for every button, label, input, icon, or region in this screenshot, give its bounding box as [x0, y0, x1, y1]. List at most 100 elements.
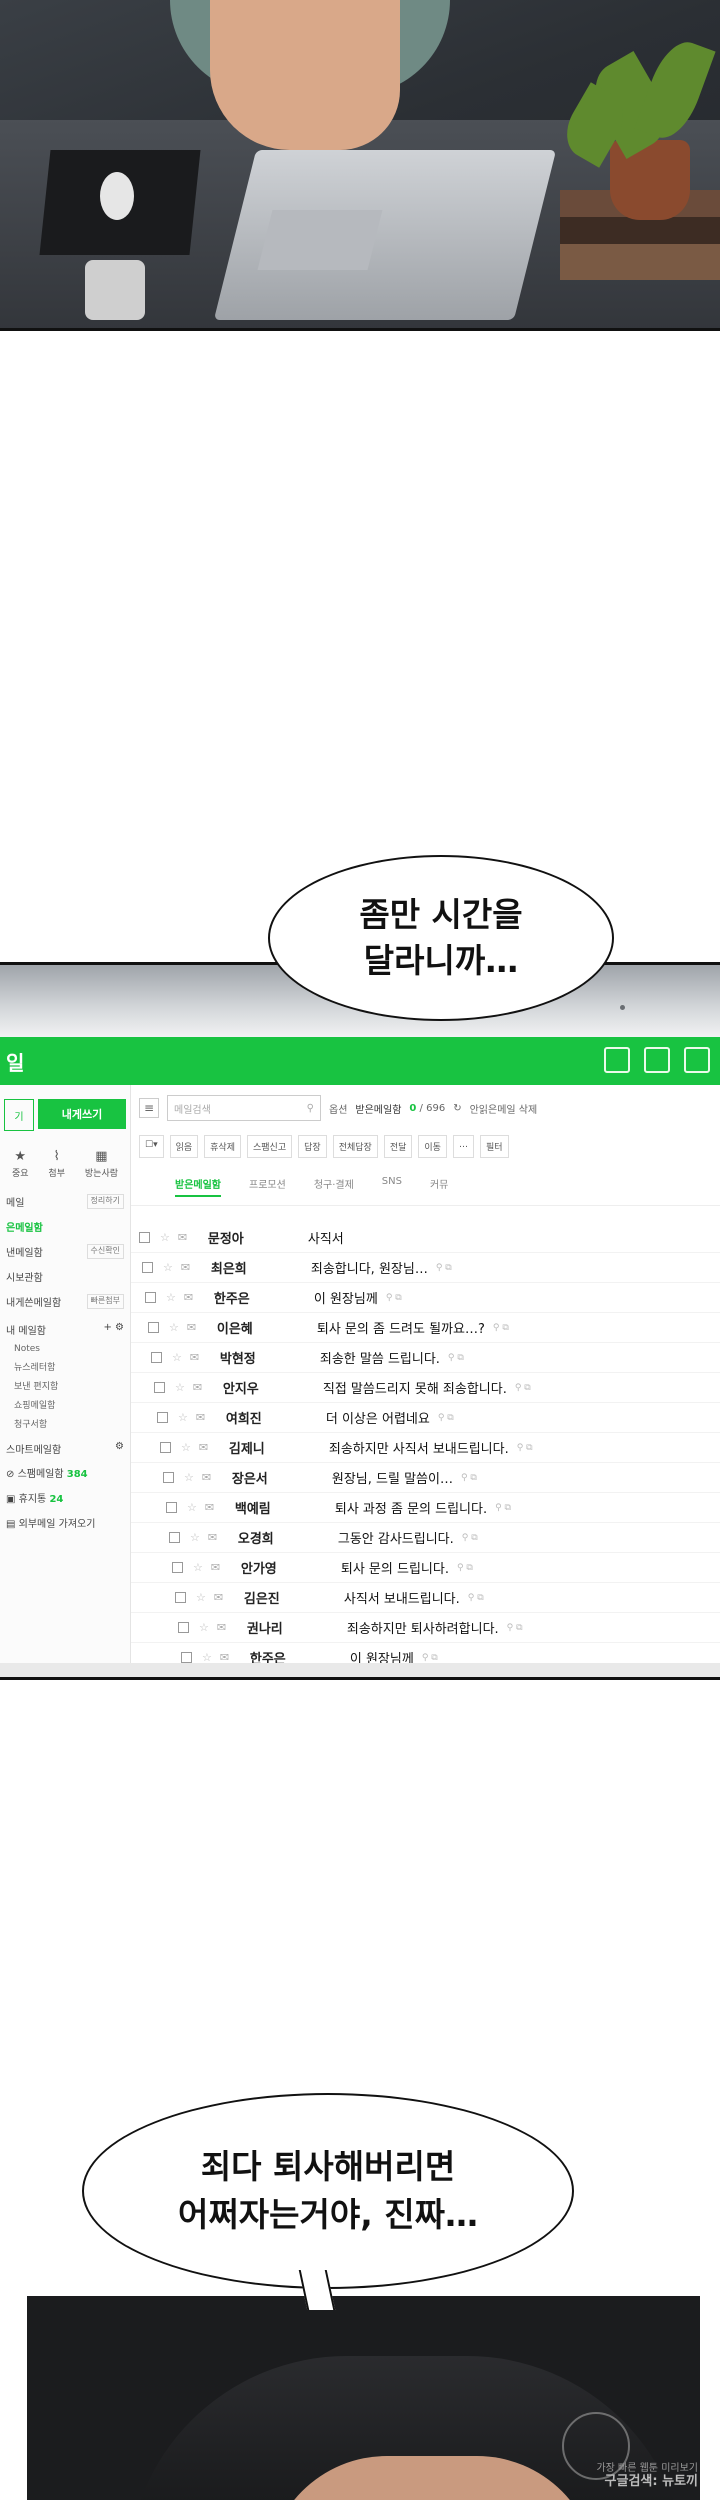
star-icon[interactable]: ☆	[193, 1561, 203, 1574]
toolbar-spam[interactable]: 스팸신고	[247, 1135, 293, 1158]
quick-attachment[interactable]: ⌇ 첨부	[48, 1149, 65, 1179]
mail-row[interactable]: ☆ ✉ 이은혜 퇴사 문의 좀 드려도 될까요…? ⚲ ⧉	[131, 1313, 720, 1343]
mail-subject[interactable]: 퇴사 과정 좀 문의 드립니다.	[335, 1498, 487, 1517]
toolbar-filter[interactable]: 필터	[479, 1135, 509, 1158]
mail-row[interactable]: ☆ ✉ 장은서 원장님, 드릴 말씀이… ⚲ ⧉	[131, 1463, 720, 1493]
tab-promotion[interactable]: 프로모션	[249, 1176, 286, 1197]
mail-subject[interactable]: 그동안 감사드립니다.	[338, 1528, 454, 1547]
folder-drafts[interactable]: 시보관함	[0, 1264, 130, 1289]
row-checkbox[interactable]	[175, 1592, 186, 1603]
mail-row[interactable]: ☆ ✉ 한주은 이 원장님께 ⚲ ⧉	[131, 1283, 720, 1313]
star-icon[interactable]: ☆	[196, 1591, 206, 1604]
preview-icons[interactable]: ⚲ ⧉	[462, 1533, 478, 1543]
quick-important[interactable]: ★ 중요	[12, 1149, 29, 1179]
row-checkbox[interactable]	[160, 1442, 171, 1453]
star-icon[interactable]: ☆	[181, 1441, 191, 1454]
preview-icons[interactable]: ⚲ ⧉	[386, 1293, 402, 1303]
preview-icons[interactable]: ⚲ ⧉	[515, 1383, 531, 1393]
row-checkbox[interactable]	[157, 1412, 168, 1423]
star-icon[interactable]: ☆	[175, 1381, 185, 1394]
mail-subject[interactable]: 퇴사 문의 드립니다.	[341, 1558, 449, 1577]
preview-icons[interactable]: ⚲ ⧉	[422, 1653, 438, 1663]
preview-icons[interactable]: ⚲ ⧉	[457, 1563, 473, 1573]
mail-row[interactable]: ☆ ✉ 김제니 죄송하지만 사직서 보내드립니다. ⚲ ⧉	[131, 1433, 720, 1463]
delete-unread-link[interactable]: 안읽은메일 삭제	[470, 1101, 538, 1116]
mail-subject[interactable]: 더 이상은 어렵네요	[326, 1408, 430, 1427]
toolbar-reply-all[interactable]: 전체답장	[332, 1135, 378, 1158]
mail-subject[interactable]: 죄송한 말씀 드립니다.	[320, 1348, 440, 1367]
folder-inbox[interactable]: 은메일함	[0, 1214, 130, 1239]
mail-row[interactable]: ☆ ✉ 안지우 직접 말씀드리지 못해 죄송합니다. ⚲ ⧉	[131, 1373, 720, 1403]
hamburger-icon[interactable]: ≡	[139, 1098, 159, 1118]
toolbar-forward[interactable]: 전달	[383, 1135, 413, 1158]
quick-receiver[interactable]: ▦ 방는사람	[85, 1149, 118, 1179]
mail-row[interactable]: ☆ ✉ 김은진 사직서 보내드립니다. ⚲ ⧉	[131, 1583, 720, 1613]
preview-icons[interactable]: ⚲ ⧉	[448, 1353, 464, 1363]
row-checkbox[interactable]	[169, 1532, 180, 1543]
write-to-self-button[interactable]: 내게쓰기	[38, 1099, 126, 1129]
star-icon[interactable]: ☆	[163, 1261, 173, 1274]
toolbar-more[interactable]: …	[452, 1135, 474, 1158]
row-checkbox[interactable]	[166, 1502, 177, 1513]
external-mail[interactable]: ▤ 외부메일 가져오기	[0, 1510, 130, 1535]
star-icon[interactable]: ☆	[169, 1321, 179, 1334]
tab-community[interactable]: 커뮤	[430, 1176, 448, 1197]
select-all-checkbox[interactable]: ☐▾	[139, 1135, 164, 1158]
mail-row[interactable]: ☆ ✉ 여희진 더 이상은 어렵네요 ⚲ ⧉	[131, 1403, 720, 1433]
preview-icons[interactable]: ⚲ ⧉	[493, 1323, 509, 1333]
row-checkbox[interactable]	[151, 1352, 162, 1363]
mail-row[interactable]: ☆ ✉ 오경희 그동안 감사드립니다. ⚲ ⧉	[131, 1523, 720, 1553]
tab-billing[interactable]: 청구·결제	[314, 1176, 354, 1197]
row-checkbox[interactable]	[148, 1322, 159, 1333]
row-checkbox[interactable]	[163, 1472, 174, 1483]
grid-menu-icon[interactable]	[684, 1047, 710, 1073]
mail-subject[interactable]: 죄송하지만 사직서 보내드립니다.	[329, 1438, 509, 1457]
preview-icons[interactable]: ⚲ ⧉	[436, 1263, 452, 1273]
row-checkbox[interactable]	[181, 1652, 192, 1663]
mail-subject[interactable]: 사직서 보내드립니다.	[344, 1588, 460, 1607]
folder-all[interactable]: 메일 정리하기	[0, 1189, 130, 1214]
calendar-icon[interactable]	[644, 1047, 670, 1073]
mail-subject[interactable]: 사직서	[308, 1228, 344, 1247]
row-checkbox[interactable]	[154, 1382, 165, 1393]
subfolder-newsletter[interactable]: 뉴스레터함	[0, 1357, 130, 1376]
mail-row[interactable]: ☆ ✉ 권나리 죄송하지만 퇴사하려합니다. ⚲ ⧉	[131, 1613, 720, 1643]
preview-icons[interactable]: ⚲ ⧉	[495, 1503, 511, 1513]
preview-icons[interactable]: ⚲ ⧉	[461, 1473, 477, 1483]
folder-spam[interactable]: ⊘ 스팸메일함 384	[0, 1460, 130, 1485]
mail-row[interactable]: ☆ ✉ 박현정 죄송한 말씀 드립니다. ⚲ ⧉	[131, 1343, 720, 1373]
mail-row[interactable]: ☆ ✉ 안가영 퇴사 문의 드립니다. ⚲ ⧉	[131, 1553, 720, 1583]
folder-sent[interactable]: 낸메일함 수신확인	[0, 1239, 130, 1264]
preview-icons[interactable]: ⚲ ⧉	[507, 1623, 523, 1633]
toolbar-move[interactable]: 이동	[418, 1135, 447, 1158]
row-checkbox[interactable]	[172, 1562, 183, 1573]
row-checkbox[interactable]	[139, 1232, 150, 1243]
folder-self[interactable]: 내게쓴메일함 빠른첨부	[0, 1289, 130, 1314]
folder-trash[interactable]: ▣ 휴지통 24	[0, 1485, 130, 1510]
mail-subject[interactable]: 이 원장님께	[314, 1288, 378, 1307]
subfolder-shopping[interactable]: 쇼핑메일함	[0, 1395, 130, 1414]
search-input[interactable]: 메일검색 ⚲	[167, 1095, 321, 1121]
row-checkbox[interactable]	[178, 1622, 189, 1633]
subfolder-bills[interactable]: 청구서함	[0, 1414, 130, 1433]
toolbar-reply[interactable]: 답장	[298, 1135, 327, 1158]
star-icon[interactable]: ☆	[172, 1351, 182, 1364]
mail-check-icon[interactable]	[604, 1047, 630, 1073]
mail-row[interactable]: ☆ ✉ 문정아 사직서	[131, 1223, 720, 1253]
mail-row[interactable]: ☆ ✉ 최은희 죄송합니다, 원장님… ⚲ ⧉	[131, 1253, 720, 1283]
tab-inbox[interactable]: 받은메일함	[175, 1176, 221, 1197]
row-checkbox[interactable]	[145, 1292, 156, 1303]
mail-subject[interactable]: 직접 말씀드리지 못해 죄송합니다.	[323, 1378, 507, 1397]
mail-row[interactable]: ☆ ✉ 백예림 퇴사 과정 좀 문의 드립니다. ⚲ ⧉	[131, 1493, 720, 1523]
star-icon[interactable]: ☆	[178, 1411, 188, 1424]
write-button[interactable]: 기	[4, 1099, 34, 1131]
preview-icons[interactable]: ⚲ ⧉	[438, 1413, 454, 1423]
refresh-icon[interactable]: ↻	[453, 1103, 461, 1114]
mail-subject[interactable]: 퇴사 문의 좀 드려도 될까요…?	[317, 1318, 485, 1337]
subfolder-notes[interactable]: Notes	[0, 1341, 130, 1357]
search-option[interactable]: 옵션	[329, 1101, 347, 1116]
toolbar-delete[interactable]: 휴삭제	[204, 1135, 241, 1158]
star-icon[interactable]: ☆	[190, 1531, 200, 1544]
star-icon[interactable]: ☆	[199, 1621, 209, 1634]
mail-subject[interactable]: 죄송합니다, 원장님…	[311, 1258, 428, 1277]
